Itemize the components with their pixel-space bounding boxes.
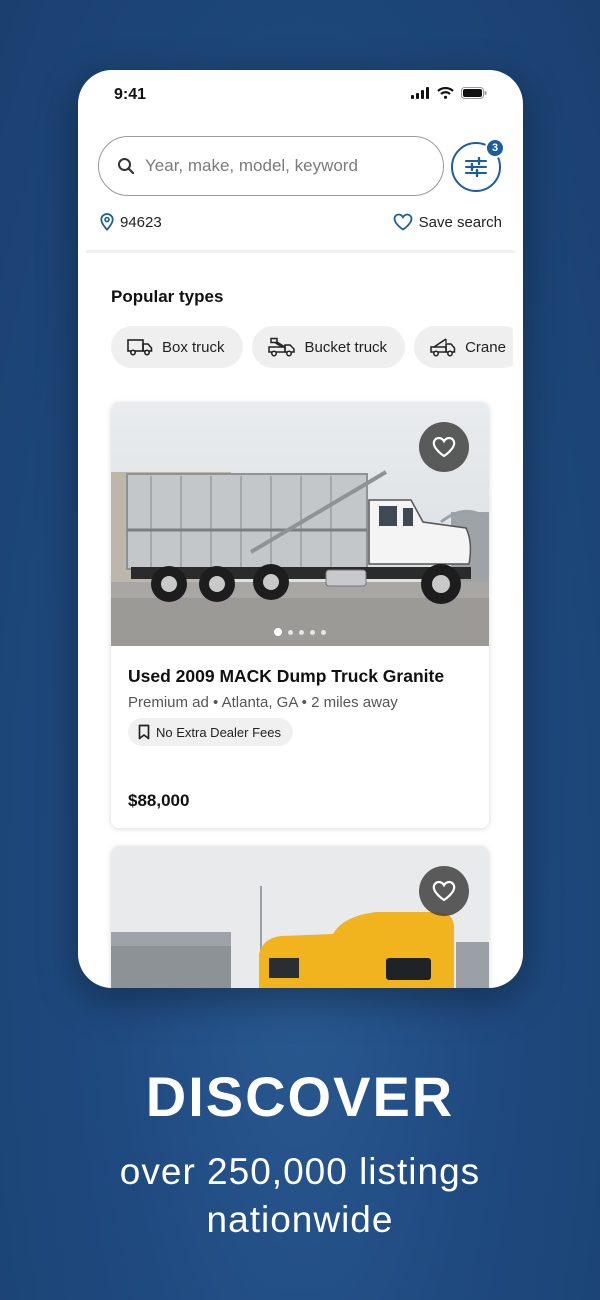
- listing-card[interactable]: [111, 846, 489, 988]
- battery-icon: [461, 87, 487, 99]
- pagination-dot: [299, 629, 304, 635]
- chip-label: Box truck: [162, 338, 225, 356]
- wifi-icon: [437, 87, 454, 99]
- signal-icon: [411, 87, 429, 99]
- location-selector[interactable]: 94623: [100, 213, 162, 231]
- bookmark-icon: [138, 724, 150, 740]
- pagination-dot: [288, 629, 293, 635]
- status-icons: [411, 87, 487, 99]
- chip-label: Bucket truck: [304, 338, 388, 356]
- promo-line-2: nationwide: [206, 1199, 394, 1240]
- pagination-dot: [274, 628, 282, 636]
- crane-truck-icon: [430, 338, 456, 357]
- filter-button[interactable]: 3: [451, 138, 505, 192]
- bucket-truck-icon: [267, 337, 295, 357]
- phone-frame: 9:41 Year, make, model, keyword 3 94623 …: [78, 70, 523, 988]
- location-row: 94623 Save search: [100, 213, 502, 237]
- filter-count-badge: 3: [485, 138, 505, 158]
- chip-box-truck[interactable]: Box truck: [111, 326, 243, 368]
- section-divider: [86, 250, 515, 253]
- save-search-label: Save search: [418, 213, 502, 231]
- favorite-button[interactable]: [419, 422, 469, 472]
- promo-line-1: over 250,000 listings: [119, 1151, 481, 1192]
- box-truck-icon: [127, 339, 153, 356]
- photo-pagination: [111, 628, 489, 636]
- search-icon: [118, 158, 135, 175]
- zip-code: 94623: [120, 213, 162, 231]
- popular-types-scroller[interactable]: Box truck Bucket truck Crane: [111, 326, 513, 368]
- sliders-icon: [465, 157, 487, 177]
- listing-card[interactable]: Used 2009 MACK Dump Truck Granite Premiu…: [111, 402, 489, 828]
- location-pin-icon: [100, 213, 114, 231]
- save-search-button[interactable]: Save search: [393, 213, 502, 231]
- pagination-dot: [310, 629, 315, 635]
- pagination-dot: [321, 629, 326, 635]
- favorite-button[interactable]: [419, 866, 469, 916]
- status-bar: 9:41: [78, 70, 523, 122]
- status-time: 9:41: [114, 86, 147, 103]
- chip-crane-truck[interactable]: Crane: [414, 326, 513, 368]
- search-row: Year, make, model, keyword 3: [98, 136, 505, 198]
- listing-price: $88,000: [128, 791, 190, 810]
- heart-icon: [432, 436, 456, 458]
- promo-subline: over 250,000 listings nationwide: [0, 1148, 600, 1244]
- promo-headline: DISCOVER: [145, 1065, 455, 1128]
- listing-title: Used 2009 MACK Dump Truck Granite: [128, 666, 445, 686]
- no-fees-badge: No Extra Dealer Fees: [128, 718, 293, 746]
- listing-subtitle: Premium ad • Atlanta, GA • 2 miles away: [128, 694, 398, 711]
- listing-photo[interactable]: [111, 402, 489, 646]
- search-placeholder: Year, make, model, keyword: [145, 156, 358, 175]
- badge-label: No Extra Dealer Fees: [156, 724, 281, 740]
- popular-types-title: Popular types: [111, 287, 224, 306]
- heart-outline-icon: [393, 213, 413, 231]
- chip-bucket-truck[interactable]: Bucket truck: [251, 326, 406, 368]
- search-input[interactable]: Year, make, model, keyword: [98, 136, 444, 196]
- yellow-truck-photo: [111, 846, 489, 988]
- heart-icon: [432, 880, 456, 902]
- chip-label: Crane: [465, 338, 506, 356]
